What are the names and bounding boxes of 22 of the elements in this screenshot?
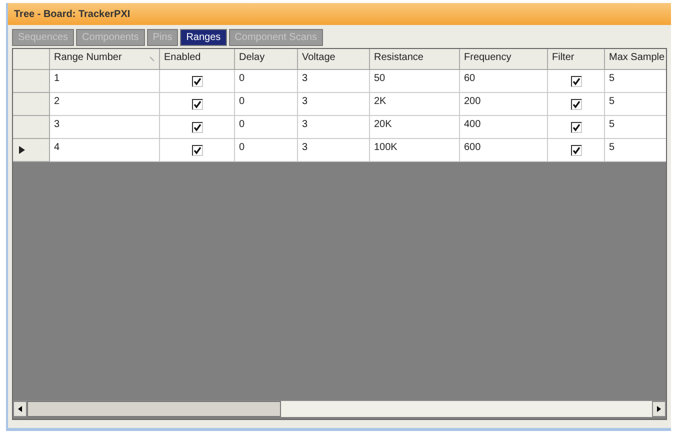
checkbox[interactable] (192, 122, 202, 132)
checkbox[interactable] (192, 144, 202, 156)
tab[interactable]: Ranges (180, 29, 227, 46)
checkbox[interactable] (570, 76, 582, 86)
scroll-thumb[interactable] (27, 401, 281, 417)
table-cell: 5 (605, 139, 666, 162)
checkbox[interactable] (192, 76, 202, 86)
window-title: Tree - Board: TrackerPXI (14, 8, 130, 20)
scroll-right-icon[interactable] (652, 401, 666, 417)
table-cell: 100K (370, 139, 460, 162)
checkbox[interactable] (570, 122, 582, 132)
table-cell: 0 (235, 139, 298, 162)
table-cell: 4 (50, 139, 160, 162)
row-header[interactable] (13, 139, 50, 162)
current-row-icon (19, 146, 25, 154)
table-cell: 3 (298, 139, 370, 162)
checkbox[interactable] (570, 98, 582, 110)
horizontal-scrollbar[interactable] (13, 400, 666, 417)
scroll-left-icon[interactable] (13, 401, 27, 417)
checkbox[interactable] (192, 98, 202, 110)
checkbox[interactable] (570, 144, 582, 156)
table-cell: 600 (460, 139, 548, 162)
